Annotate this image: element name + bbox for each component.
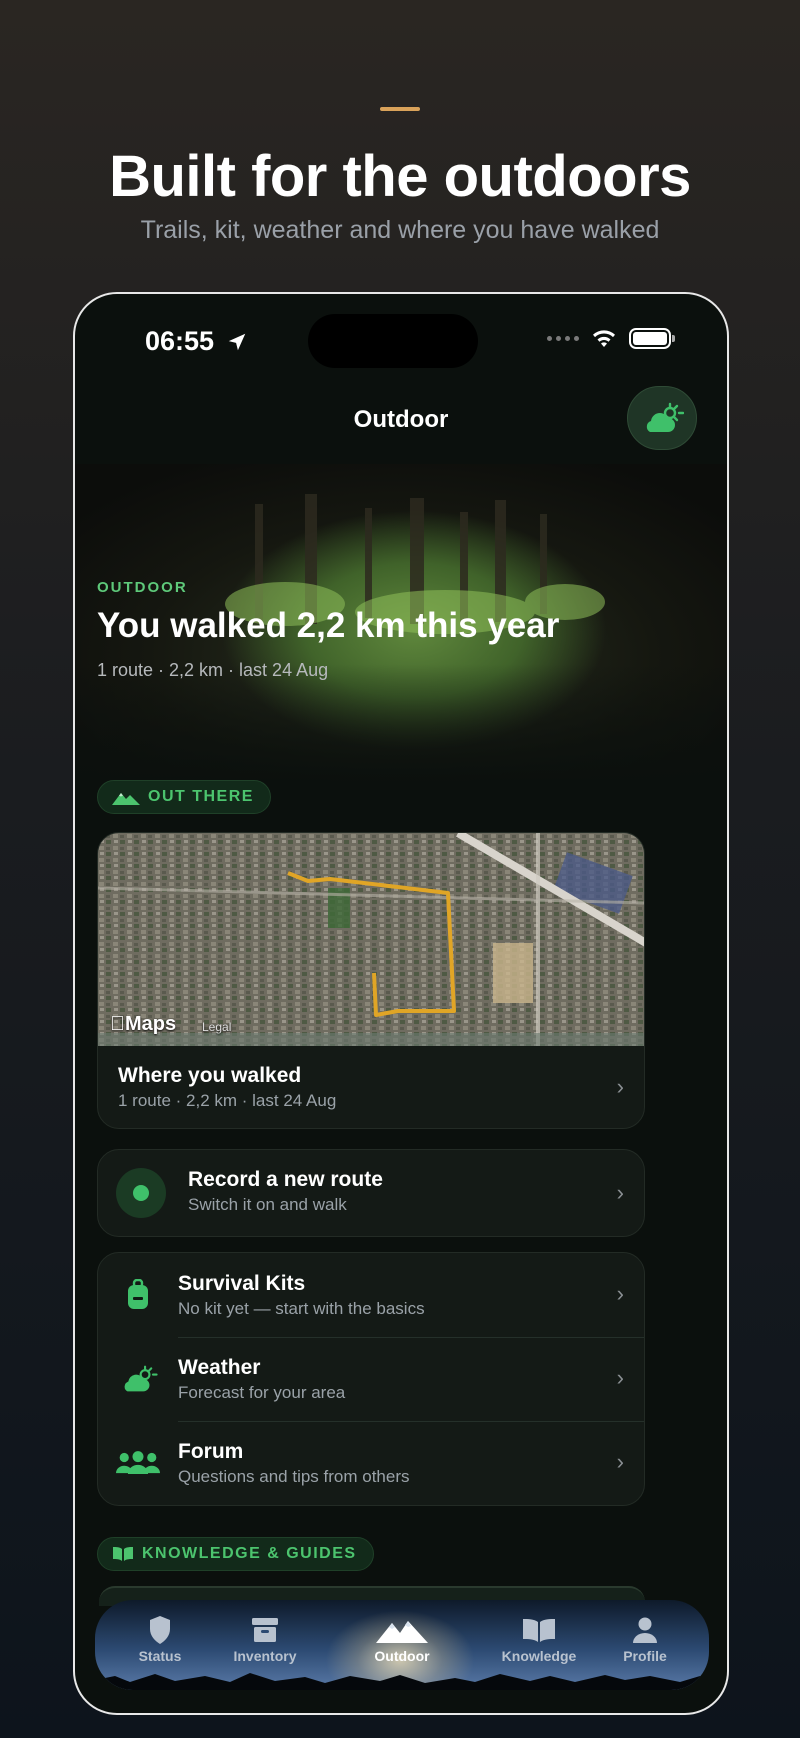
hero-title: You walked 2,2 km this year (97, 606, 560, 645)
weather-subtitle: Forecast for your area (178, 1382, 346, 1402)
hero-meta: 1 route · 2,2 km · last 24 Aug (97, 660, 329, 680)
satellite-map-image (98, 833, 644, 1046)
outdoor-links-card: Survival Kits No kit yet — start with th… (97, 1252, 645, 1506)
forum-title: Forum (178, 1439, 244, 1463)
status-time-text: 06:55 (145, 326, 215, 356)
book-icon (489, 1612, 589, 1648)
tab-bar: Status Inventory Outdoor Knowledge Profi… (95, 1600, 709, 1690)
tab-status[interactable]: Status (110, 1612, 210, 1664)
out-there-section-pill: OUT THERE (97, 780, 271, 814)
mountain-silhouette (95, 1673, 709, 1690)
backpack-icon (116, 1253, 160, 1337)
promo-headline: Built for the outdoors (109, 144, 691, 209)
tab-profile[interactable]: Profile (595, 1612, 695, 1664)
battery-icon (629, 328, 675, 349)
chevron-right-icon: › (616, 1074, 624, 1099)
apple-maps-logo: Maps (110, 1013, 176, 1036)
weather-title: Weather (178, 1355, 261, 1379)
where-you-walked-row[interactable]: Where you walked 1 route · 2,2 km · last… (98, 1046, 644, 1128)
partly-sunny-icon (646, 402, 684, 432)
tab-profile-label: Profile (623, 1648, 667, 1664)
shield-icon (110, 1612, 210, 1648)
accent-line (380, 107, 420, 111)
promo-subhead: Trails, kit, weather and where you have … (140, 216, 660, 244)
chevron-right-icon: › (616, 1449, 624, 1474)
record-icon (116, 1168, 166, 1218)
out-there-label: OUT THERE (148, 788, 254, 805)
map-legal-link[interactable]: Legal (202, 1020, 231, 1034)
knowledge-section-pill: KNOWLEDGE & GUIDES (97, 1537, 374, 1571)
weather-row[interactable]: Weather Forecast for your area › (98, 1337, 644, 1421)
book-icon (113, 1547, 133, 1561)
forum-subtitle: Questions and tips from others (178, 1466, 410, 1486)
dynamic-island (308, 314, 478, 368)
person-icon (595, 1612, 695, 1648)
status-bar-indicators (547, 328, 675, 349)
chevron-right-icon: › (616, 1365, 624, 1390)
tab-knowledge-label: Knowledge (501, 1648, 577, 1664)
record-route-subtitle: Switch it on and walk (188, 1195, 347, 1214)
tab-knowledge[interactable]: Knowledge (489, 1612, 589, 1664)
wifi-icon (593, 329, 615, 347)
chevron-right-icon: › (616, 1180, 624, 1205)
forum-row[interactable]: Forum Questions and tips from others › (98, 1421, 644, 1505)
tab-outdoor-label: Outdoor (374, 1648, 430, 1664)
where-you-walked-card[interactable]: Maps Legal Where you walked 1 route · 2… (97, 832, 645, 1129)
location-arrow-icon (228, 333, 245, 351)
archive-box-icon (215, 1612, 315, 1648)
knowledge-label: KNOWLEDGE & GUIDES (142, 1545, 357, 1562)
where-you-walked-title: Where you walked (118, 1064, 302, 1087)
hero-banner: OUTDOOR You walked 2,2 km this year 1 ro… (75, 464, 727, 784)
survival-kits-subtitle: No kit yet — start with the basics (178, 1298, 425, 1318)
survival-kits-title: Survival Kits (178, 1271, 306, 1295)
weather-button[interactable] (627, 386, 697, 450)
record-route-card[interactable]: Record a new route Switch it on and walk… (97, 1149, 645, 1237)
weather-icon (116, 1337, 160, 1421)
phone-frame: 06:55 Outdoor OUTDOOR You walked 2,2 km … (73, 292, 729, 1715)
mountains-icon (352, 1612, 452, 1648)
maps-logo-text: Maps (110, 1013, 176, 1035)
route-map[interactable]: Maps Legal (98, 833, 644, 1046)
record-route-title: Record a new route (188, 1168, 383, 1191)
chevron-right-icon: › (616, 1281, 624, 1306)
tab-status-label: Status (138, 1648, 182, 1664)
survival-kits-row[interactable]: Survival Kits No kit yet — start with th… (98, 1253, 644, 1337)
where-you-walked-subtitle: 1 route · 2,2 km · last 24 Aug (118, 1091, 337, 1110)
people-icon (116, 1421, 160, 1505)
cellular-signal-icon (547, 336, 579, 341)
tab-outdoor[interactable]: Outdoor (352, 1612, 452, 1664)
tab-inventory[interactable]: Inventory (215, 1612, 315, 1664)
hero-eyebrow: OUTDOOR (97, 579, 188, 596)
status-bar-time: 06:55 (145, 326, 248, 357)
tab-inventory-label: Inventory (233, 1648, 297, 1664)
mountains-icon (112, 793, 140, 805)
